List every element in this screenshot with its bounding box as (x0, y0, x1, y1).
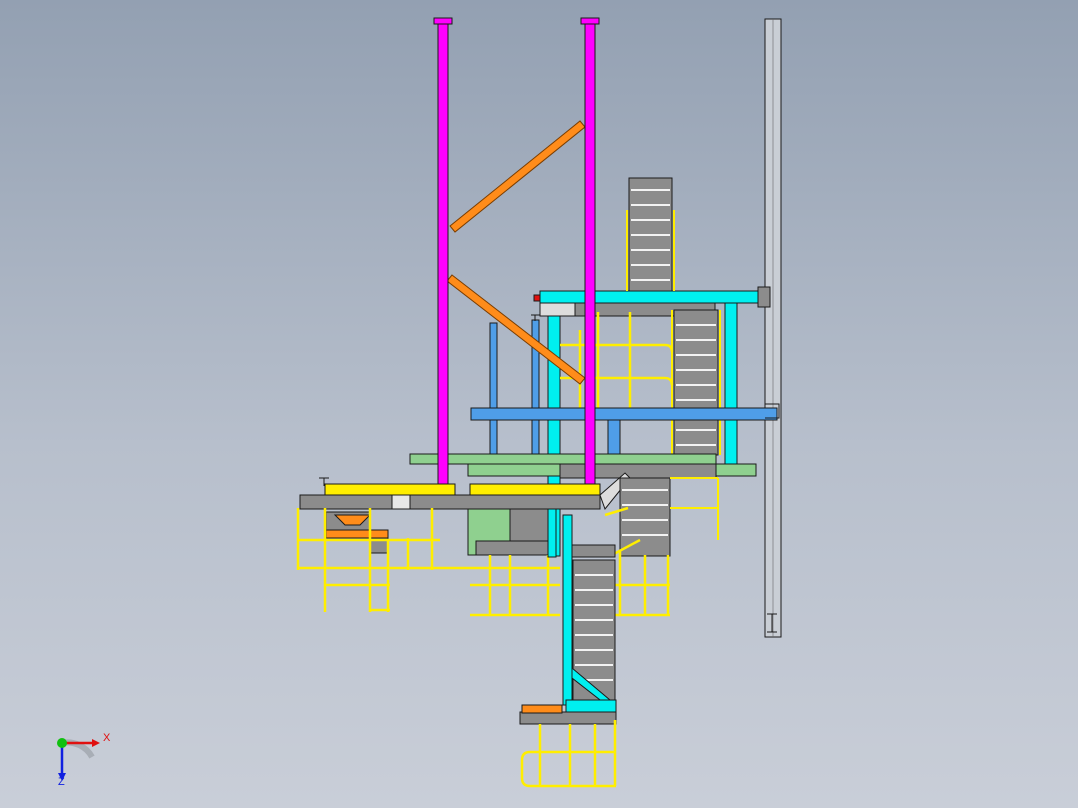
structure-model[interactable] (0, 0, 1078, 808)
left-platform[interactable] (325, 511, 389, 554)
lower-right-ladder[interactable] (619, 477, 719, 557)
blue-beam[interactable] (470, 407, 778, 421)
x-axis-label: X (103, 732, 111, 744)
center-stair[interactable] (467, 508, 549, 556)
right-gray-post[interactable] (764, 18, 782, 638)
cad-viewport[interactable]: X Z (0, 0, 1078, 808)
bottom-guard-rail[interactable] (520, 720, 617, 788)
cyan-lower-column[interactable] (547, 508, 557, 558)
middle-ladder[interactable] (671, 309, 721, 456)
upper-guard-rail[interactable] (560, 312, 674, 410)
orientation-triad: X Z (40, 725, 130, 795)
blue-posts[interactable] (489, 314, 540, 459)
green-beam[interactable] (409, 453, 757, 479)
magenta-columns[interactable] (433, 17, 600, 497)
triad-graphic (57, 738, 100, 781)
z-axis-label: Z (58, 776, 65, 788)
upper-ladder[interactable] (626, 177, 675, 292)
